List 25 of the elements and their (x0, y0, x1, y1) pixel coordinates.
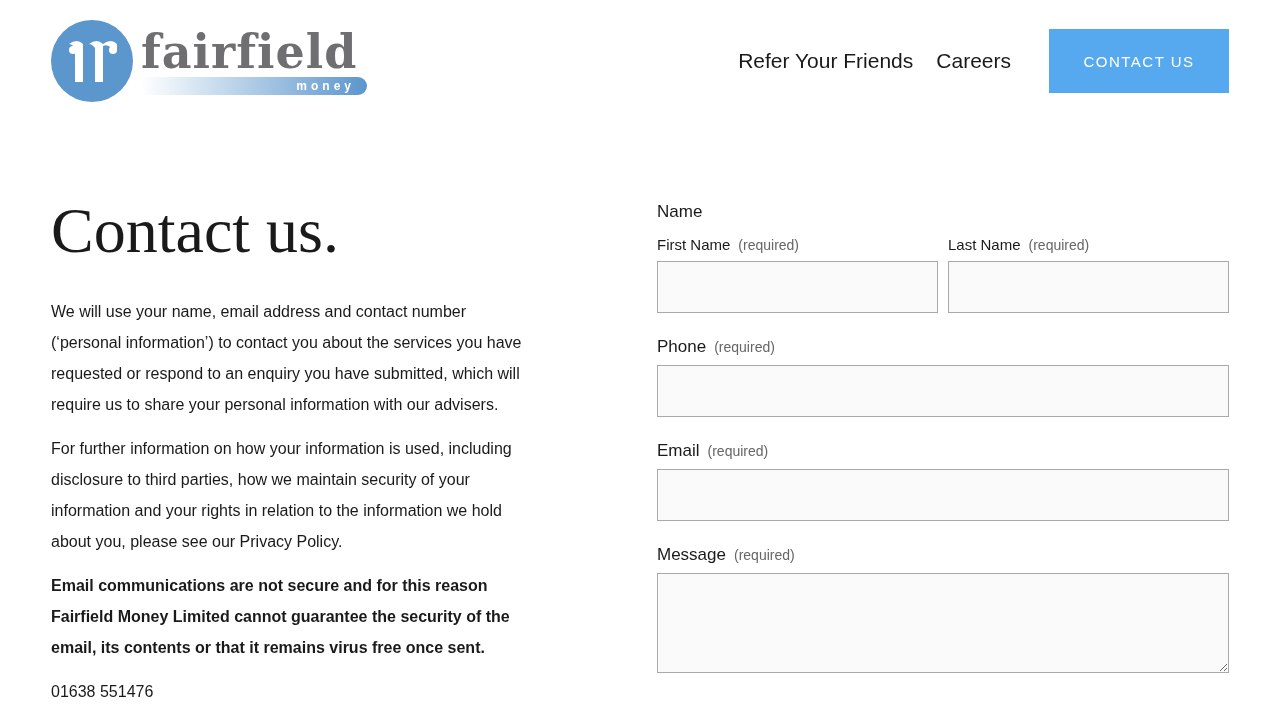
phone-number: 01638 551476 (51, 682, 155, 703)
field-label: Email (657, 441, 700, 461)
field-label: Last Name (948, 236, 1021, 253)
required-note: (required) (714, 339, 775, 355)
page-title: Contact us. (51, 196, 340, 267)
input-field[interactable] (657, 365, 1229, 417)
logo-emblem-icon (51, 20, 133, 102)
nav-link[interactable]: Refer Your Friends (738, 49, 914, 73)
paragraph: Email communications are not secure and for this reason Fairfield Money Limited cannot guarantee the security of the email, its contents or that it remains virus free once sent. (51, 576, 511, 659)
nav-link[interactable]: Careers (936, 49, 1011, 73)
input-field[interactable] (948, 261, 1229, 313)
input-field[interactable] (657, 261, 938, 313)
required-note: (required) (734, 547, 795, 563)
paragraph: We will use your name, email address and contact number (‘personal information’) to contact you about the services you have requested or respond to an enquiry you have submitted, which will require us to share your personal information with our advisers. (51, 302, 523, 416)
field-group-label: Name (657, 202, 704, 222)
field-label: Phone (657, 337, 707, 357)
input-field[interactable] (657, 469, 1229, 521)
message-field[interactable] (657, 573, 1229, 673)
paragraph: For further information on how your information is used, including disclosure to third parties, how we maintain security of your information and your rights in relation to the information we hold about you, please see our Privacy Policy. (51, 439, 513, 553)
required-note: (required) (1028, 237, 1090, 253)
required-note: (required) (738, 237, 800, 253)
field-label: Message (657, 545, 726, 565)
required-note: (required) (707, 443, 769, 459)
field-label: First Name (657, 236, 731, 253)
logo-wordmark: fairfield (141, 27, 358, 77)
